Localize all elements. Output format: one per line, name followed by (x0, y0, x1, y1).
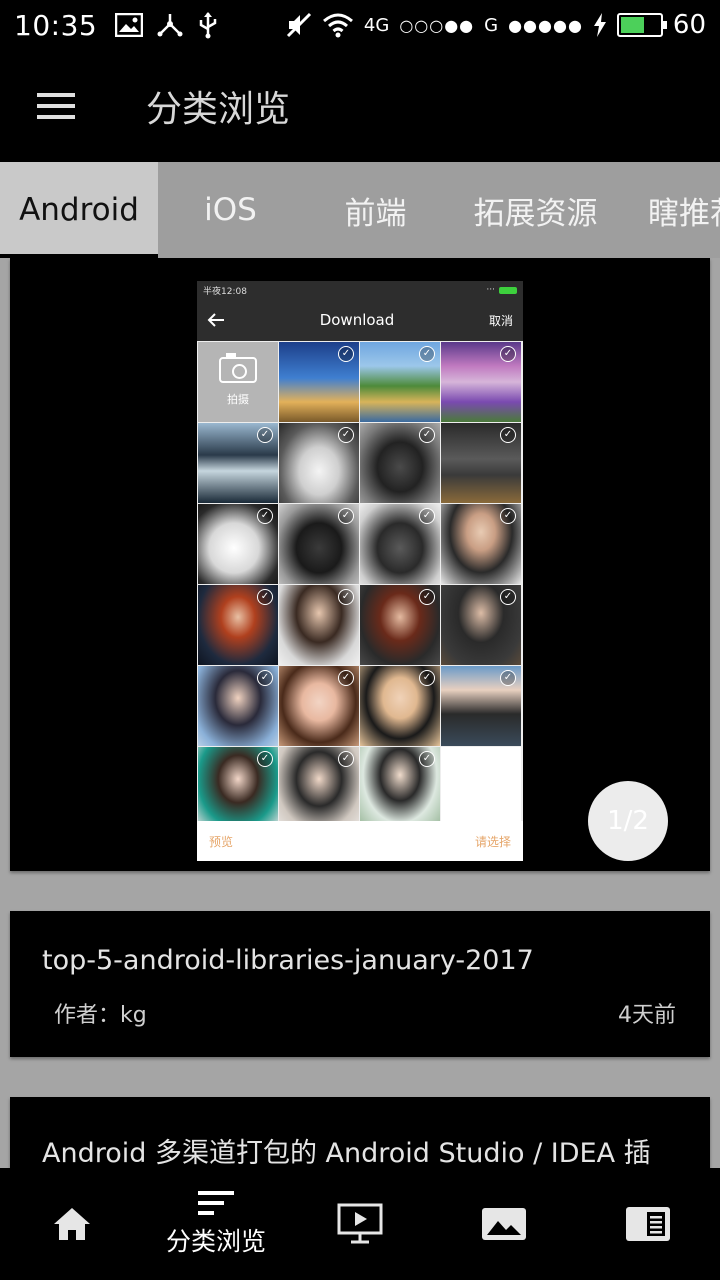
photo-thumb: ✓ (441, 504, 521, 584)
article-preview-image: 半夜12:08 ··· Download 取消 拍摄 ✓ ✓ ✓ ✓ ✓ ✓ ✓ (197, 281, 523, 861)
reader-icon (626, 1207, 670, 1241)
article-card[interactable]: top-5-android-libraries-january-2017 作者：… (10, 911, 710, 1057)
empty-tile (441, 747, 521, 827)
home-icon (54, 1208, 90, 1240)
photo-thumb: ✓ (198, 423, 278, 503)
tab-android[interactable]: Android (0, 162, 158, 258)
back-arrow-icon (207, 313, 224, 327)
category-list-icon (198, 1191, 234, 1215)
photo-thumb: ✓ (279, 585, 359, 665)
photo-thumb: ✓ (279, 423, 359, 503)
tab-recommend[interactable]: 瞎推荐 (623, 162, 720, 258)
nav-home[interactable] (0, 1168, 144, 1280)
category-tabs: Android iOS 前端 拓展资源 瞎推荐 (0, 162, 720, 258)
nav-video[interactable] (288, 1168, 432, 1280)
preview-footer: 预览 请选择 (197, 821, 523, 861)
app-bar: 分类浏览 (0, 50, 720, 162)
signal-strength-2: ●●●●● (508, 15, 583, 35)
preview-status-bar: 半夜12:08 ··· (197, 281, 523, 299)
preview-label: 预览 (209, 834, 234, 849)
camera-tile: 拍摄 (198, 342, 278, 422)
charging-icon (593, 13, 606, 37)
photo-grid: 拍摄 ✓ ✓ ✓ ✓ ✓ ✓ ✓ ✓ ✓ ✓ ✓ ✓ ✓ ✓ ✓ ✓ ✓ ✓ ✓… (197, 341, 523, 828)
article-card[interactable]: Android 多渠道打包的 Android Studio / IDEA 插 (10, 1097, 710, 1168)
select-label: 请选择 (474, 834, 511, 849)
photo-thumb: ✓ (360, 666, 440, 746)
article-title: top-5-android-libraries-january-2017 (42, 945, 534, 976)
photo-thumb: ✓ (279, 666, 359, 746)
gallery-notification-icon (115, 13, 144, 37)
network-g-label: G (484, 14, 499, 36)
nav-image[interactable] (432, 1168, 576, 1280)
hamburger-menu-icon (37, 93, 75, 119)
photo-thumb: ✓ (360, 504, 440, 584)
battery-level: 60 (672, 10, 706, 40)
photo-thumb: ✓ (279, 342, 359, 422)
article-title: Android 多渠道打包的 Android Studio / IDEA 插 (42, 1138, 651, 1168)
photo-thumb: ✓ (198, 504, 278, 584)
signal-strength-1: ○○○●● (399, 15, 475, 35)
article-time: 4天前 (618, 1003, 676, 1028)
battery-icon (616, 13, 667, 37)
photo-thumb: ✓ (198, 585, 278, 665)
photo-thumb: ✓ (441, 666, 521, 746)
photo-thumb: ✓ (360, 423, 440, 503)
mute-icon (286, 12, 311, 38)
tab-frontend[interactable]: 前端 (303, 162, 448, 258)
bottom-navigation: 分类浏览 (0, 1168, 720, 1280)
photo-thumb: ✓ (441, 585, 521, 665)
battery-fill (620, 17, 644, 33)
preview-title: Download (319, 311, 395, 329)
image-icon (482, 1208, 526, 1240)
nav-category[interactable]: 分类浏览 (144, 1168, 288, 1280)
photo-thumb: ✓ (360, 342, 440, 422)
camera-icon (219, 353, 257, 383)
photo-thumb: ✓ (441, 423, 521, 503)
tab-extended-resources[interactable]: 拓展资源 (448, 162, 623, 258)
app-screen: 10:35 4G ○○○●● G ●●●●● 60 分类浏览 Android i… (0, 0, 720, 1280)
status-time: 10:35 (14, 8, 98, 42)
preview-cancel: 取消 (488, 313, 513, 328)
photo-thumb: ✓ (198, 666, 278, 746)
page-title: 分类浏览 (146, 89, 291, 130)
status-bar: 10:35 4G ○○○●● G ●●●●● 60 (0, 0, 720, 50)
photo-thumb: ✓ (441, 342, 521, 422)
nav-reader[interactable] (576, 1168, 720, 1280)
photo-thumb: ✓ (360, 585, 440, 665)
notification-icons (115, 11, 219, 39)
share-notification-icon (157, 14, 183, 37)
photo-thumb: ✓ (198, 747, 278, 827)
preview-status-time: 半夜12:08 (203, 286, 247, 297)
photo-thumb: ✓ (360, 747, 440, 827)
article-author: 作者：kg (54, 1003, 147, 1028)
image-card[interactable]: 半夜12:08 ··· Download 取消 拍摄 ✓ ✓ ✓ ✓ ✓ ✓ ✓ (10, 258, 710, 871)
menu-button[interactable] (0, 50, 112, 162)
photo-thumb: ✓ (279, 747, 359, 827)
article-list[interactable]: 半夜12:08 ··· Download 取消 拍摄 ✓ ✓ ✓ ✓ ✓ ✓ ✓ (0, 258, 720, 1168)
preview-app-bar: Download 取消 (197, 299, 523, 341)
network-4g-label: 4G (363, 14, 390, 36)
photo-thumb: ✓ (279, 504, 359, 584)
tab-ios[interactable]: iOS (158, 162, 303, 258)
status-right: 4G ○○○●● G ●●●●● 60 (286, 10, 706, 40)
wifi-icon (322, 13, 353, 38)
video-icon (337, 1203, 383, 1244)
usb-icon (199, 12, 217, 39)
nav-category-label: 分类浏览 (165, 1227, 266, 1256)
image-pager-indicator[interactable]: 1/2 (588, 781, 668, 861)
